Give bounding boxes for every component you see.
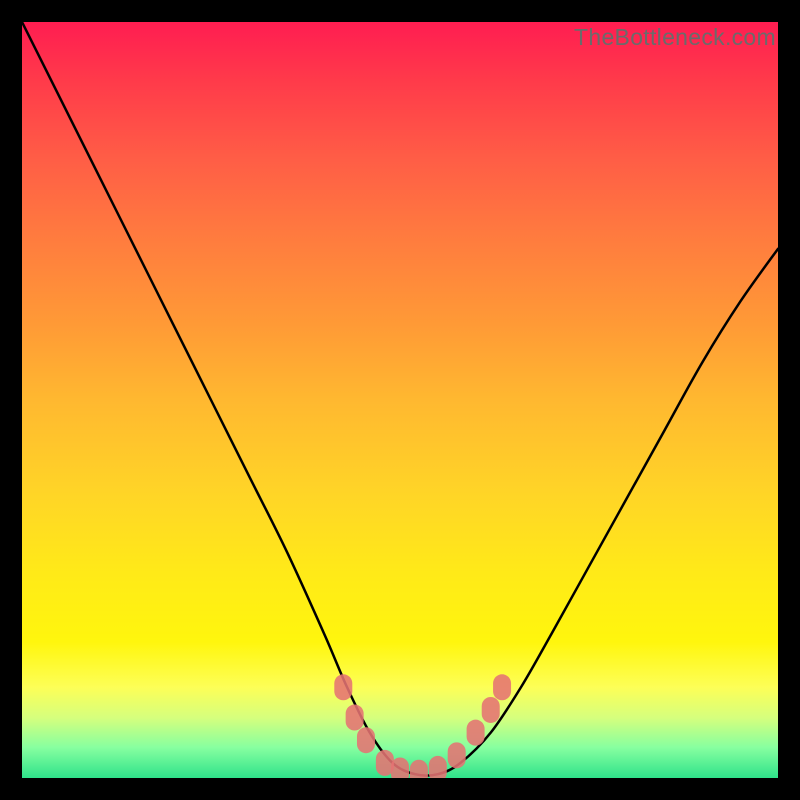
frame-border-left bbox=[0, 0, 22, 800]
chart-frame: TheBottleneck.com bbox=[0, 0, 800, 800]
frame-border-right bbox=[778, 0, 800, 800]
plot-background bbox=[22, 22, 778, 778]
frame-border-bottom bbox=[0, 778, 800, 800]
frame-border-top bbox=[0, 0, 800, 22]
watermark-text: TheBottleneck.com bbox=[574, 24, 776, 51]
